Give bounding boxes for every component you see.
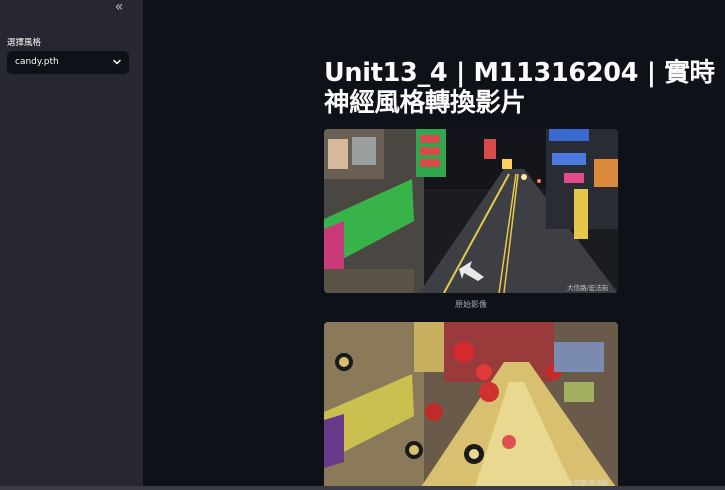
original-caption: 原始影像 [455,300,487,309]
original-frame-watermark: 大信路/宏法街 [567,283,609,292]
page-title: Unit13_4 | M11316204 | 實時神經風格轉換影片 [324,58,715,118]
chevron-down-icon [113,59,121,65]
style-select-value: candy.pth [15,57,59,67]
bottom-scrollbar[interactable] [0,486,725,490]
main-content: Unit13_4 | M11316204 | 實時神經風格轉換影片 大信路/宏法… [143,0,725,490]
collapse-sidebar-button[interactable]: « [112,0,126,14]
style-select-label: 選擇風格 [7,38,42,48]
style-select[interactable]: candy.pth [7,51,129,74]
stylized-video-frame: 大信路/宏法街 [324,322,618,490]
sidebar: « 選擇風格 candy.pth [0,0,143,490]
original-video-frame: 大信路/宏法街 [324,129,618,293]
